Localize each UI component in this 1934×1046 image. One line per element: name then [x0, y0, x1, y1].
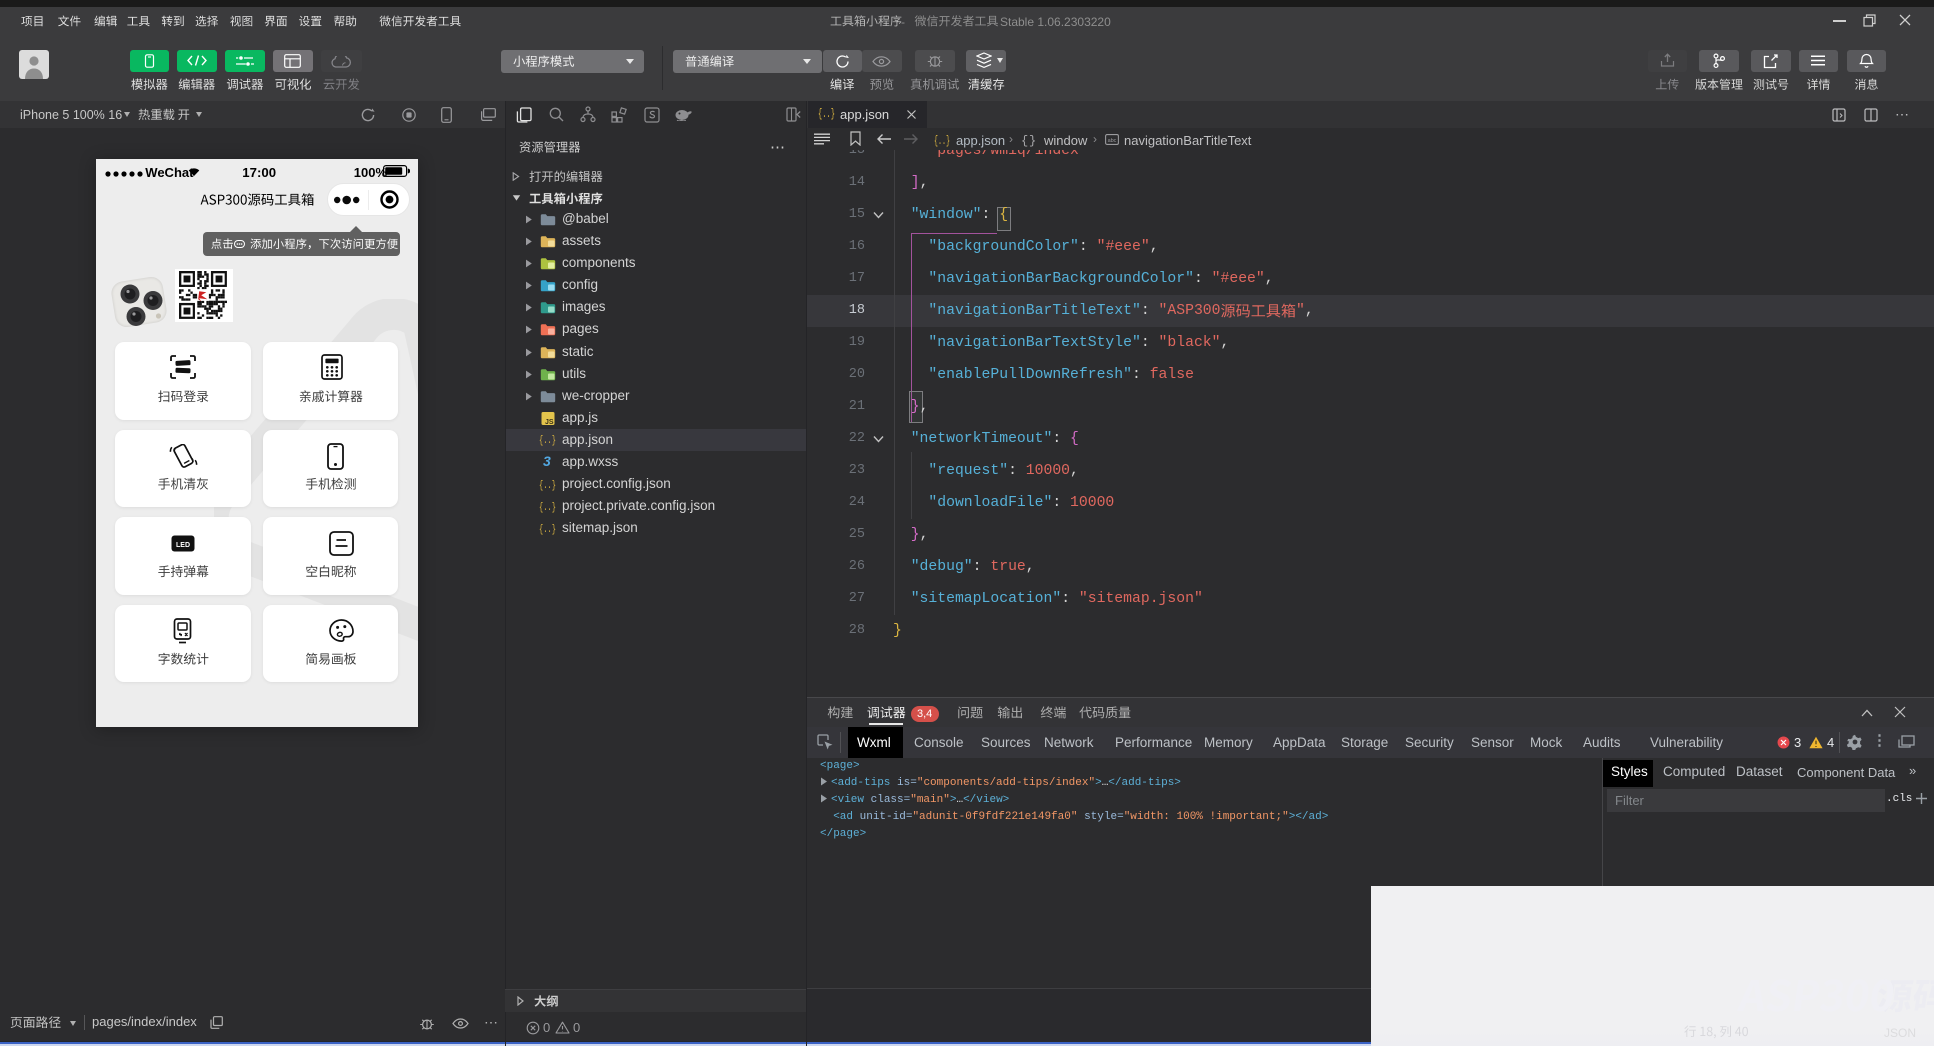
- svg-text:{..}: {..}: [934, 135, 950, 148]
- svg-text:{..}: {..}: [539, 480, 556, 492]
- svg-text:{..}: {..}: [818, 108, 835, 121]
- svg-text:abc: abc: [1108, 138, 1117, 144]
- svg-text:{..}: {..}: [539, 524, 556, 536]
- svg-text:{..}: {..}: [539, 502, 556, 514]
- svg-text:JS: JS: [545, 419, 554, 425]
- svg-text:{..}: {..}: [539, 435, 556, 447]
- svg-text:LED: LED: [176, 541, 190, 548]
